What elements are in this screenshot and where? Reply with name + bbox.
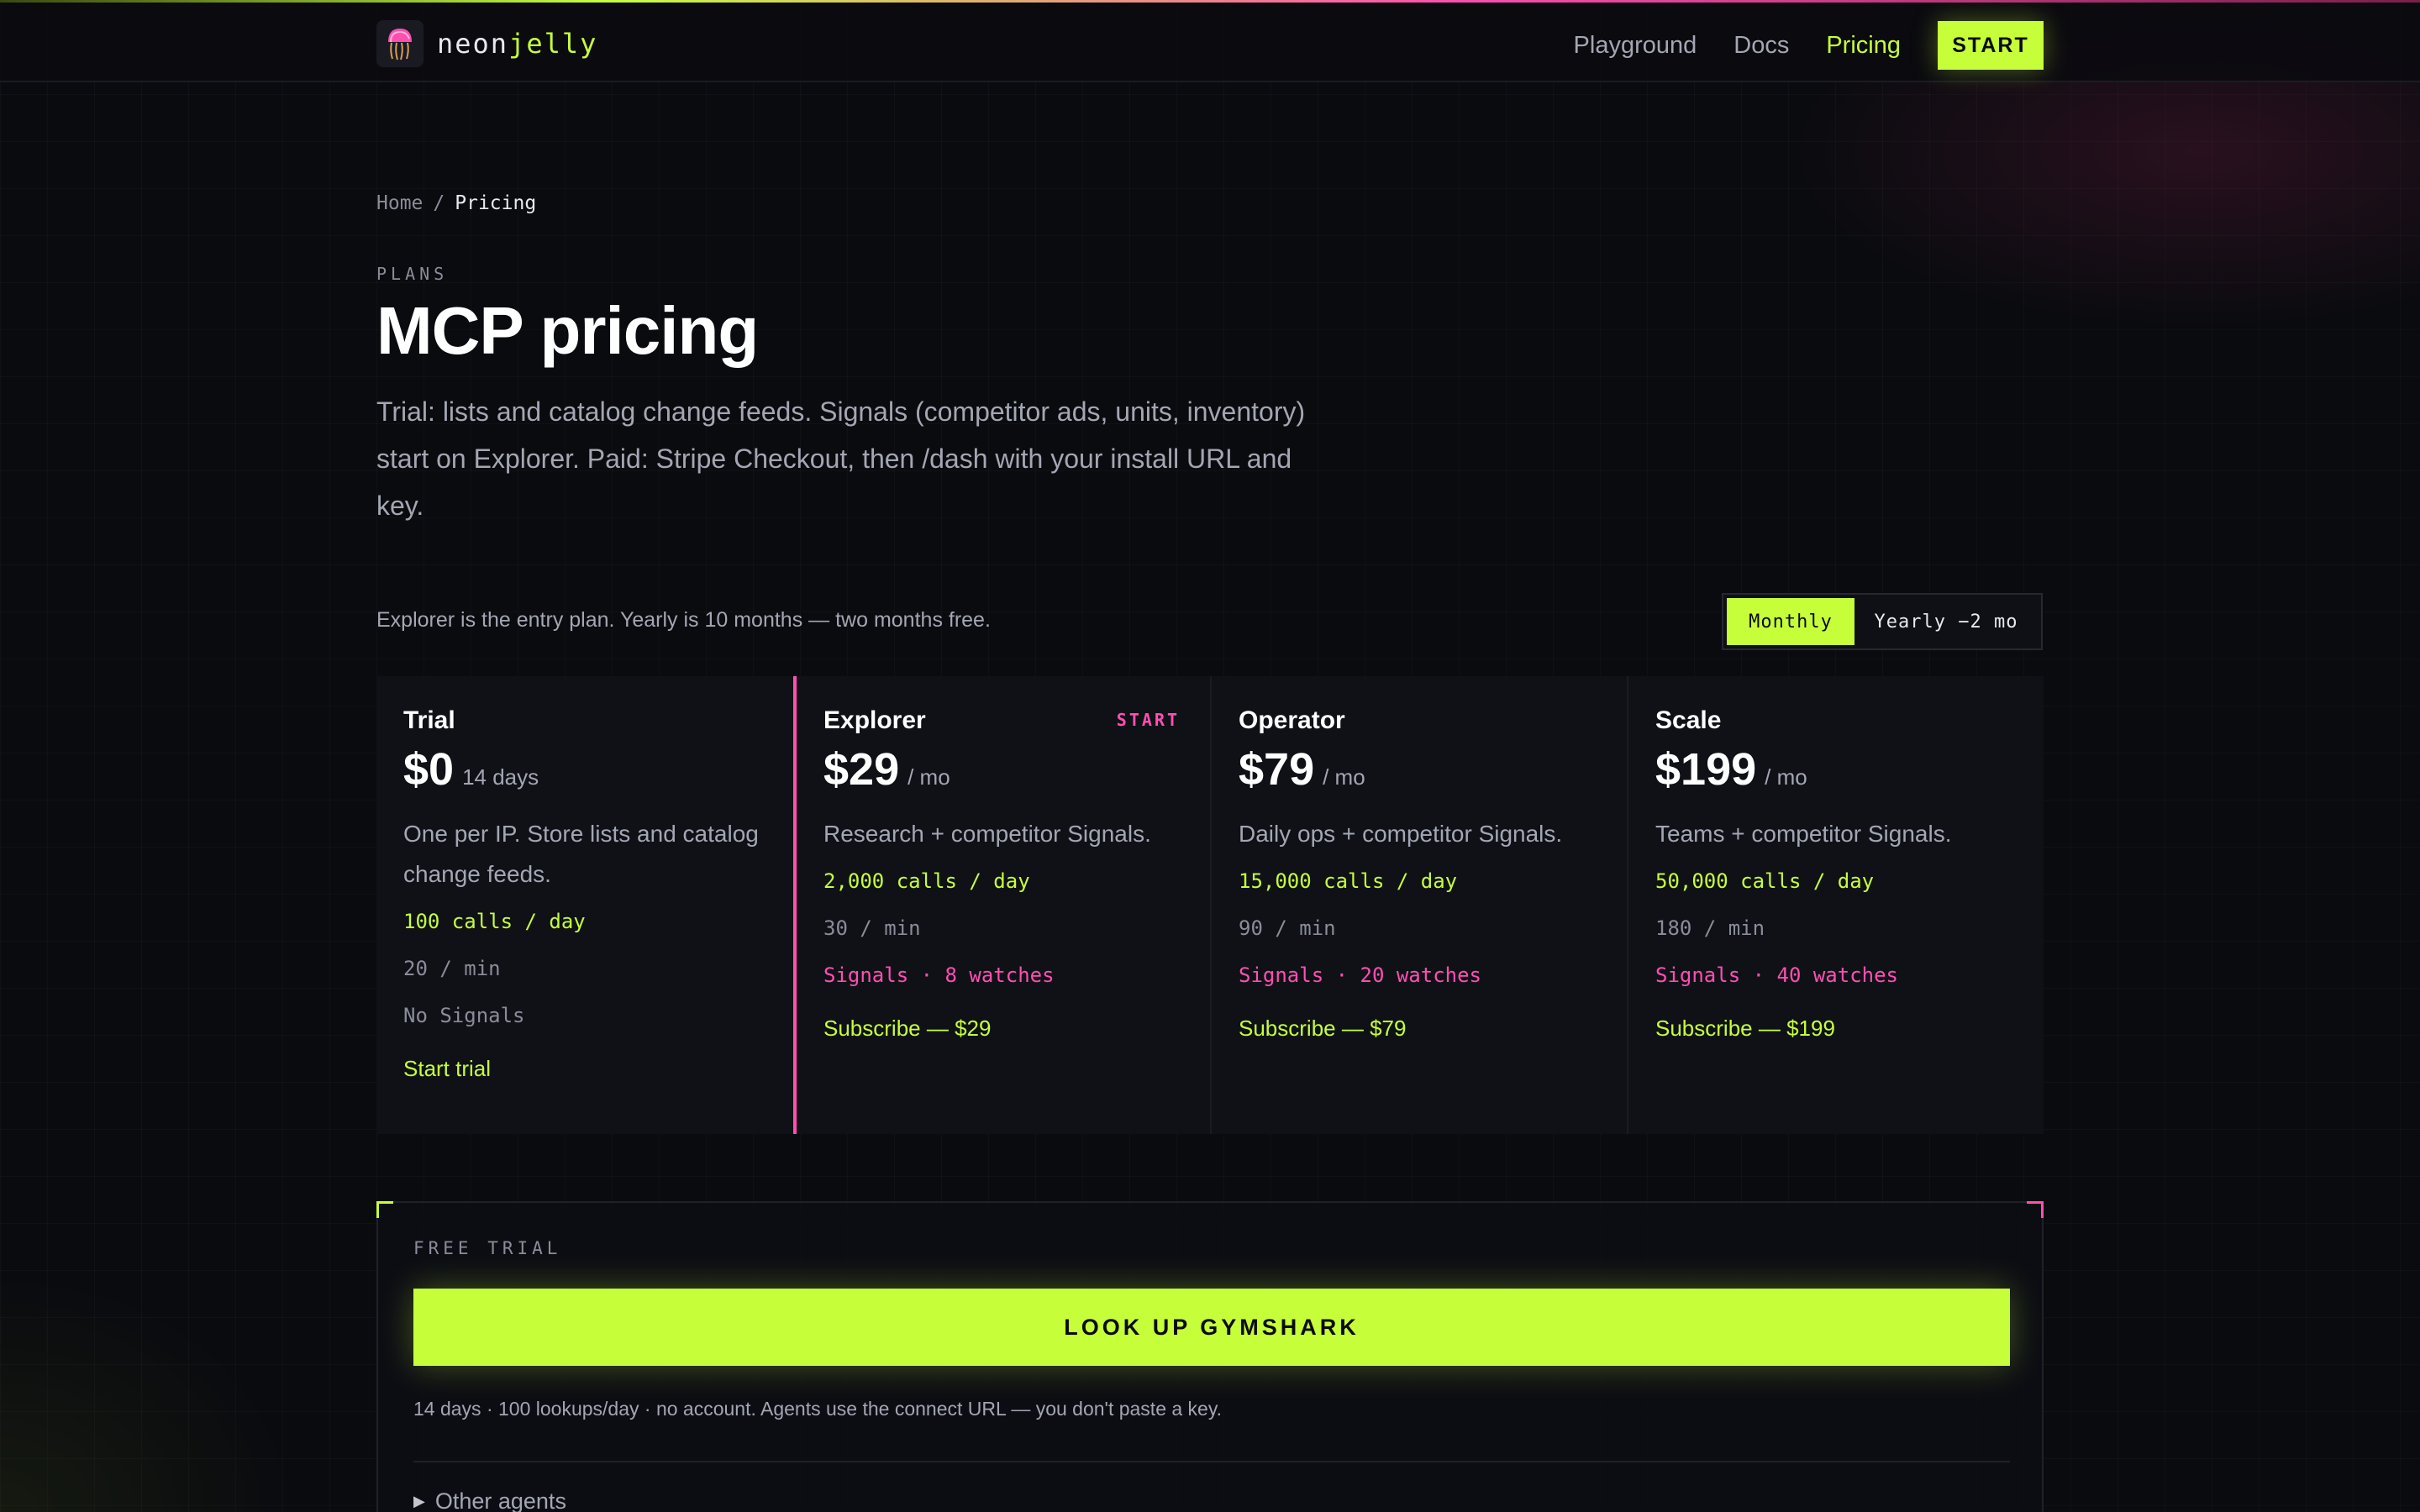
plan-calls: 2,000 calls / day bbox=[823, 869, 1030, 893]
plan-rate: 20 / min bbox=[403, 957, 501, 980]
plan-price-period: 14 days bbox=[462, 764, 539, 790]
corner-accent bbox=[376, 1201, 393, 1218]
brand-name-part-1: neon bbox=[437, 28, 509, 60]
section-eyebrow: PLANS bbox=[376, 264, 449, 284]
pricing-cards: Trial $0 14 days One per IP. Store lists… bbox=[376, 676, 2044, 1134]
plan-price-amount: $79 bbox=[1239, 744, 1315, 795]
breadcrumb-home[interactable]: Home bbox=[376, 192, 423, 214]
plan-price-period: / mo bbox=[1765, 764, 1807, 790]
plan-cta-subscribe-explorer[interactable]: Subscribe — $29 bbox=[823, 1016, 991, 1042]
plan-cta-subscribe-operator[interactable]: Subscribe — $79 bbox=[1239, 1016, 1406, 1042]
plan-price: $0 14 days bbox=[403, 743, 766, 795]
plan-description: Teams + competitor Signals. bbox=[1655, 821, 1952, 847]
lookup-button[interactable]: LOOK UP GYMSHARK bbox=[413, 1289, 2010, 1366]
nav-links: Playground Docs Pricing START bbox=[1574, 21, 2044, 70]
billing-yearly-button[interactable]: Yearly −2 mo bbox=[1854, 598, 2038, 645]
plan-price-period: / mo bbox=[908, 764, 950, 790]
plan-name: Trial bbox=[403, 706, 455, 734]
nav-link-pricing[interactable]: Pricing bbox=[1826, 32, 1901, 60]
plan-price: $79 / mo bbox=[1239, 743, 1600, 795]
free-trial-note: 14 days · 100 lookups/day · no account. … bbox=[413, 1398, 1223, 1420]
plan-name: Operator bbox=[1239, 706, 1345, 734]
plan-signals: No Signals bbox=[403, 1004, 525, 1027]
other-agents-disclosure[interactable]: ▶ Other agents bbox=[413, 1488, 566, 1512]
brand-name-part-2: jelly bbox=[508, 28, 598, 60]
page-title: MCP pricing bbox=[376, 293, 759, 368]
plan-signals: Signals · 8 watches bbox=[823, 963, 1055, 987]
plan-card-operator: Operator $79 / mo Daily ops + competitor… bbox=[1210, 676, 1627, 1134]
free-trial-panel: FREE TRIAL LOOK UP GYMSHARK 14 days · 10… bbox=[376, 1201, 2044, 1512]
brand-name: neonjelly bbox=[437, 28, 597, 60]
plan-rate: 180 / min bbox=[1655, 916, 1765, 940]
plan-name: Scale bbox=[1655, 706, 1722, 734]
plan-cta-start-trial[interactable]: Start trial bbox=[403, 1056, 491, 1082]
plan-price-amount: $0 bbox=[403, 744, 455, 795]
plan-description: One per IP. Store lists and catalog chan… bbox=[403, 821, 759, 887]
brand[interactable]: neonjelly bbox=[376, 19, 597, 68]
billing-monthly-button[interactable]: Monthly bbox=[1727, 598, 1854, 645]
plan-calls: 50,000 calls / day bbox=[1655, 869, 1875, 893]
breadcrumb-current: Pricing bbox=[455, 192, 537, 214]
breadcrumb: Home / Pricing bbox=[376, 192, 536, 214]
plan-calls: 15,000 calls / day bbox=[1239, 869, 1458, 893]
corner-accent bbox=[2027, 1201, 2044, 1218]
plan-rate: 90 / min bbox=[1239, 916, 1336, 940]
plan-signals: Signals · 40 watches bbox=[1655, 963, 1898, 987]
billing-toggle: Monthly Yearly −2 mo bbox=[1722, 593, 2043, 650]
plan-rate: 30 / min bbox=[823, 916, 921, 940]
plan-cta-subscribe-scale[interactable]: Subscribe — $199 bbox=[1655, 1016, 1835, 1042]
page-lead: Trial: lists and catalog change feeds. S… bbox=[376, 396, 1306, 521]
plan-description: Daily ops + competitor Signals. bbox=[1239, 821, 1563, 847]
nav-link-playground[interactable]: Playground bbox=[1574, 32, 1697, 60]
plan-signals: Signals · 20 watches bbox=[1239, 963, 1481, 987]
plan-calls: 100 calls / day bbox=[403, 910, 586, 933]
divider bbox=[413, 1461, 2010, 1462]
plan-price: $199 / mo bbox=[1655, 743, 2017, 795]
plan-price-amount: $29 bbox=[823, 744, 900, 795]
other-agents-label: Other agents bbox=[434, 1488, 566, 1512]
top-navbar: neonjelly Playground Docs Pricing START bbox=[0, 3, 2420, 82]
plan-tag-badge: START bbox=[1116, 710, 1180, 730]
breadcrumb-separator: / bbox=[433, 192, 445, 214]
start-button[interactable]: START bbox=[1938, 21, 2044, 70]
triangle-right-icon: ▶ bbox=[413, 1493, 425, 1509]
plan-price: $29 / mo bbox=[823, 743, 1183, 795]
billing-note: Explorer is the entry plan. Yearly is 10… bbox=[376, 608, 991, 632]
plan-card-scale: Scale $199 / mo Teams + competitor Signa… bbox=[1627, 676, 2044, 1134]
plan-card-trial: Trial $0 14 days One per IP. Store lists… bbox=[376, 676, 793, 1134]
plan-price-period: / mo bbox=[1323, 764, 1365, 790]
plan-description: Research + competitor Signals. bbox=[823, 821, 1151, 847]
plan-price-amount: $199 bbox=[1655, 744, 1757, 795]
jellyfish-icon bbox=[376, 20, 424, 67]
plan-card-explorer: Explorer START $29 / mo Research + compe… bbox=[793, 676, 1210, 1134]
free-trial-eyebrow: FREE TRIAL bbox=[413, 1238, 562, 1258]
nav-link-docs[interactable]: Docs bbox=[1733, 32, 1789, 60]
